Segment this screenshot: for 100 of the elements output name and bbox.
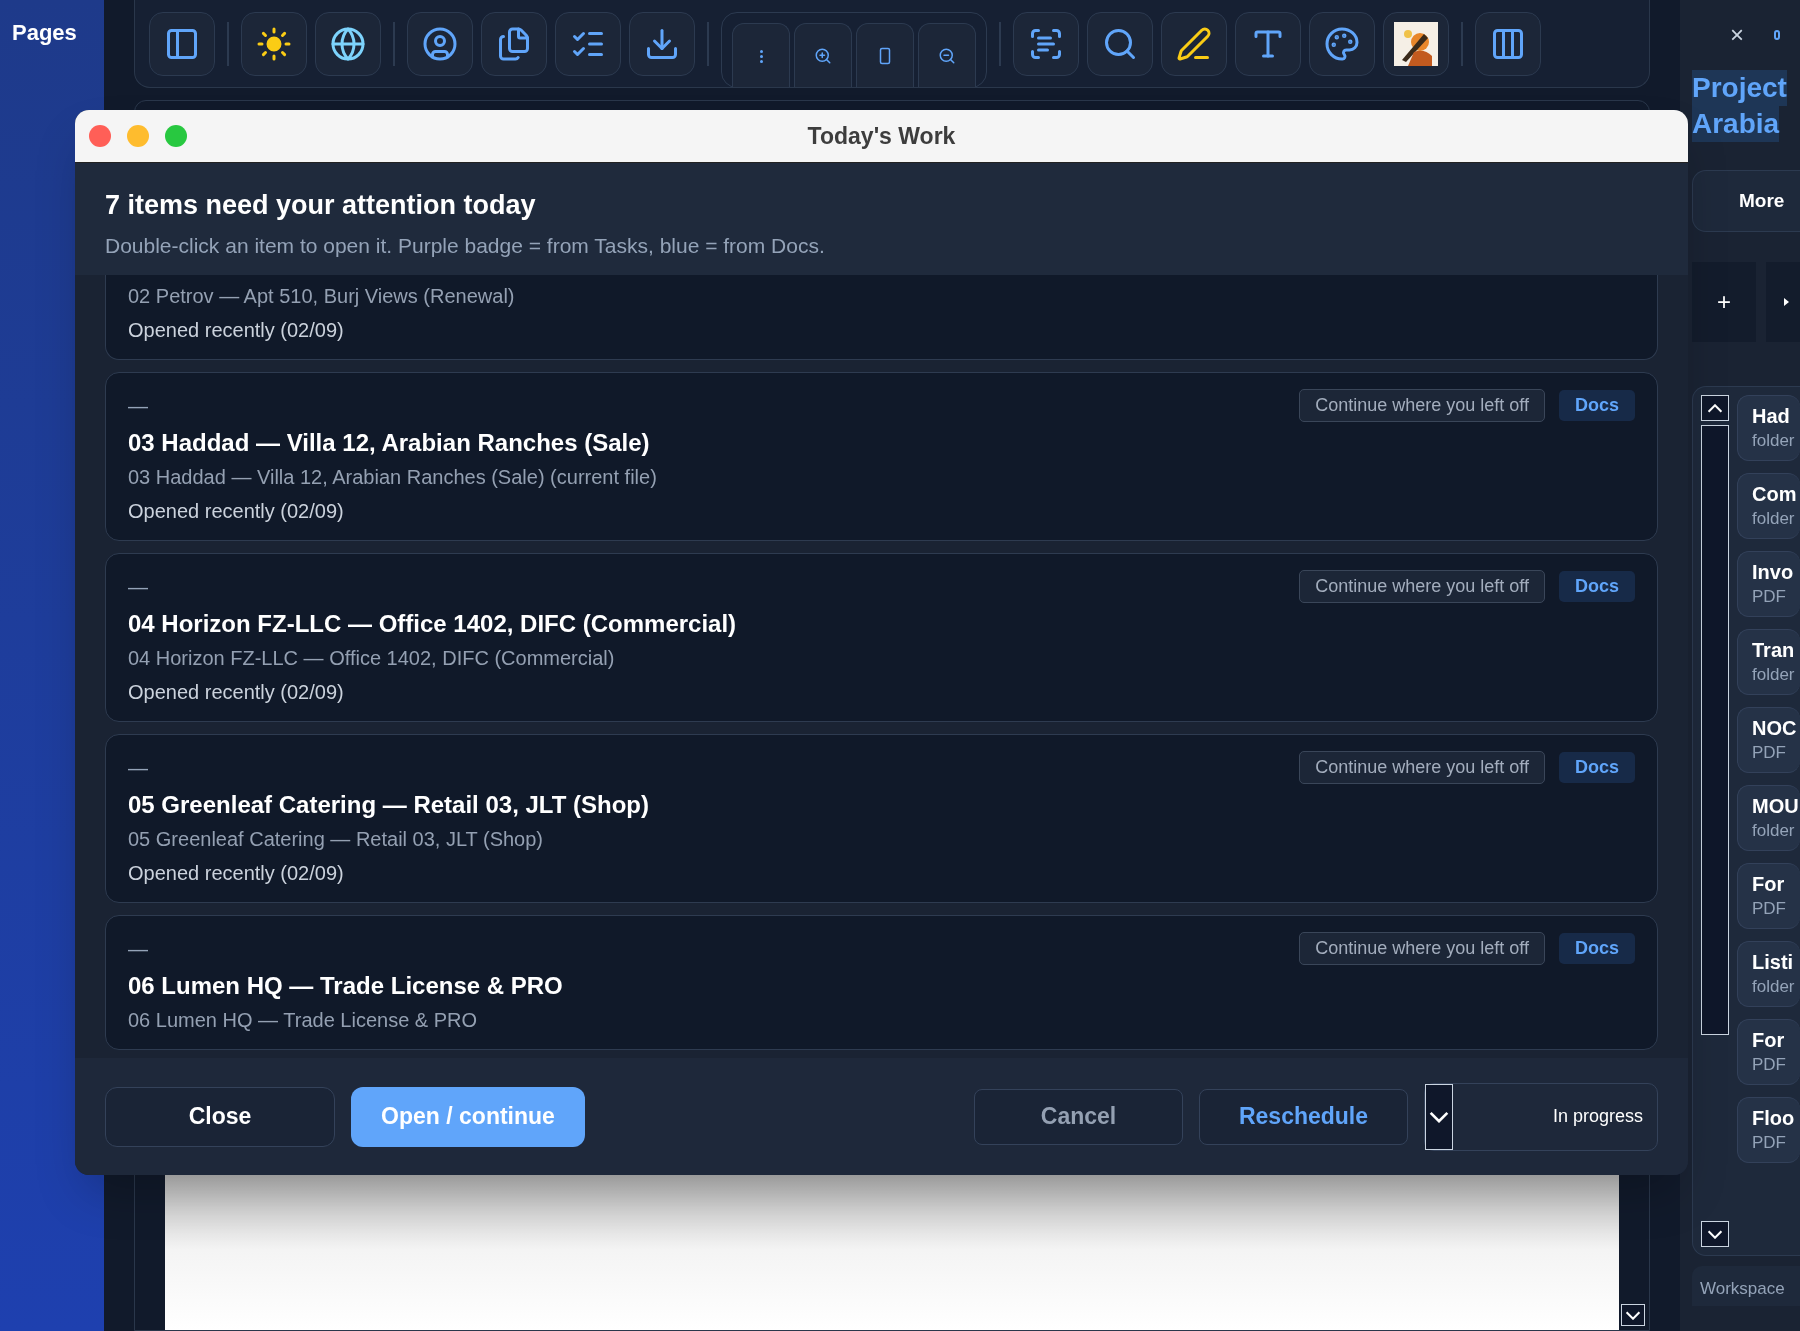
toolbar-button[interactable] (1475, 11, 1541, 76)
item-subtitle: 03 Haddad — Villa 12, Arabian Ranches (Sale) (current file) (128, 465, 658, 490)
item-marker: — (128, 393, 148, 419)
file-item[interactable]: Invo PDF (1737, 551, 1800, 617)
scroll-down-button[interactable] (1621, 1304, 1645, 1326)
file-item[interactable]: Tran folder (1737, 629, 1800, 695)
file-item[interactable]: Had folder (1737, 395, 1800, 461)
file-name: Tran (1752, 638, 1796, 663)
toolbar-button[interactable] (1309, 11, 1375, 76)
toolbar-button[interactable] (241, 11, 307, 76)
globe-icon (330, 25, 366, 62)
item-card[interactable]: — Continue where you left off Docs 06 Lumen HQ — Trade License & PRO 06 Lumen HQ — Trade License & PRO (105, 915, 1658, 1050)
more-button[interactable]: More (1692, 170, 1800, 232)
file-name: NOC (1752, 716, 1798, 741)
item-marker: — (128, 755, 148, 781)
chevron-down-icon (1429, 1110, 1449, 1123)
toolbar-button[interactable] (1087, 11, 1153, 76)
toolbar-button[interactable] (555, 11, 621, 76)
file-item[interactable]: For PDF (1737, 1019, 1800, 1085)
toolbar-button[interactable] (1235, 11, 1301, 76)
item-title: 04 Horizon FZ-LLC — Office 1402, DIFC (Commercial) (128, 609, 738, 639)
item-subtitle: 06 Lumen HQ — Trade License & PRO (128, 1008, 479, 1033)
item-subtitle: 02 Petrov — Apt 510, Burj Views (Renewal) (128, 284, 516, 309)
toolbar-button[interactable] (407, 11, 473, 76)
status-tag: Continue where you left off (1299, 570, 1545, 603)
item-meta: Opened recently (02/09) (128, 499, 345, 524)
item-subtitle: 04 Horizon FZ-LLC — Office 1402, DIFC (Commercial) (128, 646, 616, 671)
close-button[interactable]: × (1730, 17, 1744, 53)
toolbar-button[interactable] (315, 11, 381, 76)
source-badge: Docs (1559, 390, 1635, 421)
item-meta: Opened recently (02/09) (128, 861, 345, 886)
item-card[interactable]: — Continue where you left off Docs 05 Greenleaf Catering — Retail 03, JLT (Shop) 05 Greenleaf Catering — Retail 03, JLT (Shop) Opened recently (02/09) (105, 734, 1658, 903)
item-card[interactable]: 02 Petrov — Apt 510, Burj Views (Renewal) Opened recently (02/09) (105, 275, 1658, 360)
file-type: folder (1752, 976, 1796, 998)
close-window-button[interactable] (89, 125, 111, 147)
file-name: Invo (1752, 560, 1795, 585)
scroll-up-button[interactable] (1701, 395, 1729, 421)
item-card[interactable]: — Continue where you left off Docs 04 Horizon FZ-LLC — Office 1402, DIFC (Commercial) 04 Horizon FZ-LLC — Office 1402, DIFC (Commercial) Opened recently (02/09) (105, 553, 1658, 722)
file-name: MOU (1752, 794, 1800, 819)
toolbar-button[interactable] (149, 11, 215, 76)
dialog-subtitle: Double-click an item to open it. Purple badge = from Tasks, blue = from Docs. (105, 232, 826, 259)
add-button[interactable]: + (1692, 262, 1756, 342)
caret-right-icon (1784, 298, 1789, 306)
item-meta: Opened recently (02/09) (128, 318, 345, 343)
file-name: For (1752, 1028, 1786, 1053)
window-title: Today's Work (807, 121, 956, 151)
source-badge: Docs (1559, 933, 1635, 964)
file-item[interactable]: Com folder (1737, 473, 1800, 539)
file-name: Listi (1752, 950, 1795, 975)
file-name: Had (1752, 404, 1791, 429)
item-marker: — (128, 574, 148, 600)
zoom-out-icon (938, 47, 956, 65)
file-type: folder (1752, 508, 1796, 530)
status-tag: Continue where you left off (1299, 932, 1545, 965)
file-item[interactable]: NOC PDF (1737, 707, 1800, 773)
file-type: PDF (1752, 898, 1787, 920)
source-badge: Docs (1559, 752, 1635, 783)
cancel-button[interactable]: Cancel (974, 1088, 1183, 1145)
status-dropdown[interactable]: In progress (1424, 1082, 1658, 1151)
file-type: PDF (1752, 1054, 1787, 1076)
close-button[interactable]: Close (105, 1086, 335, 1147)
workspace-tab[interactable]: Workspace (1692, 1266, 1800, 1306)
reschedule-button[interactable]: Reschedule (1199, 1088, 1408, 1145)
toolbar-button[interactable] (481, 11, 547, 76)
item-title: 06 Lumen HQ — Trade License & PRO (128, 971, 564, 1001)
toolbar-button[interactable] (629, 11, 695, 76)
pen-icon (1176, 25, 1212, 62)
item-subtitle: 05 Greenleaf Catering — Retail 03, JLT (Shop) (128, 827, 545, 852)
files-icon (496, 25, 532, 62)
file-type: folder (1752, 430, 1796, 452)
toolbar-button[interactable] (1161, 11, 1227, 76)
chevron-down-icon (1707, 1229, 1723, 1239)
file-type: PDF (1752, 1132, 1787, 1154)
chevron-up-icon (1707, 403, 1723, 413)
source-badge: Docs (1559, 571, 1635, 602)
file-item[interactable]: Floo PDF (1737, 1097, 1800, 1163)
dialog-heading: 7 items need your attention today (105, 189, 537, 222)
status-tag: Continue where you left off (1299, 751, 1545, 784)
item-title: 03 Haddad — Villa 12, Arabian Ranches (Sale) (128, 428, 651, 458)
scroll-down-button[interactable] (1701, 1221, 1729, 1247)
item-title: 05 Greenleaf Catering — Retail 03, JLT (Shop) (128, 790, 650, 820)
file-item[interactable]: For PDF (1737, 863, 1800, 929)
file-name: Floo (1752, 1106, 1796, 1131)
file-type: folder (1752, 820, 1796, 842)
file-item[interactable]: MOU folder (1737, 785, 1800, 851)
zoom-tab[interactable] (794, 22, 852, 87)
file-type: PDF (1752, 586, 1787, 608)
chevron-down-icon (1625, 1310, 1641, 1320)
toolbar-button[interactable] (1013, 11, 1079, 76)
toolbar-button[interactable] (1383, 11, 1449, 76)
zoom-tab[interactable] (918, 22, 976, 87)
zoom-in-icon (814, 47, 832, 65)
item-meta: Opened recently (02/09) (128, 680, 345, 705)
file-type: folder (1752, 664, 1796, 686)
status-value: In progress (1552, 1105, 1643, 1128)
item-card[interactable]: — Continue where you left off Docs 03 Haddad — Villa 12, Arabian Ranches (Sale) 03 Haddad — Villa 12, Arabian Ranches (Sale) (current file) Opened recently (02/09) (105, 372, 1658, 541)
palette-icon (1324, 25, 1360, 62)
sun-icon (256, 25, 292, 62)
file-item[interactable]: Listi folder (1737, 941, 1800, 1007)
sidebar-title: Pages (12, 20, 77, 45)
